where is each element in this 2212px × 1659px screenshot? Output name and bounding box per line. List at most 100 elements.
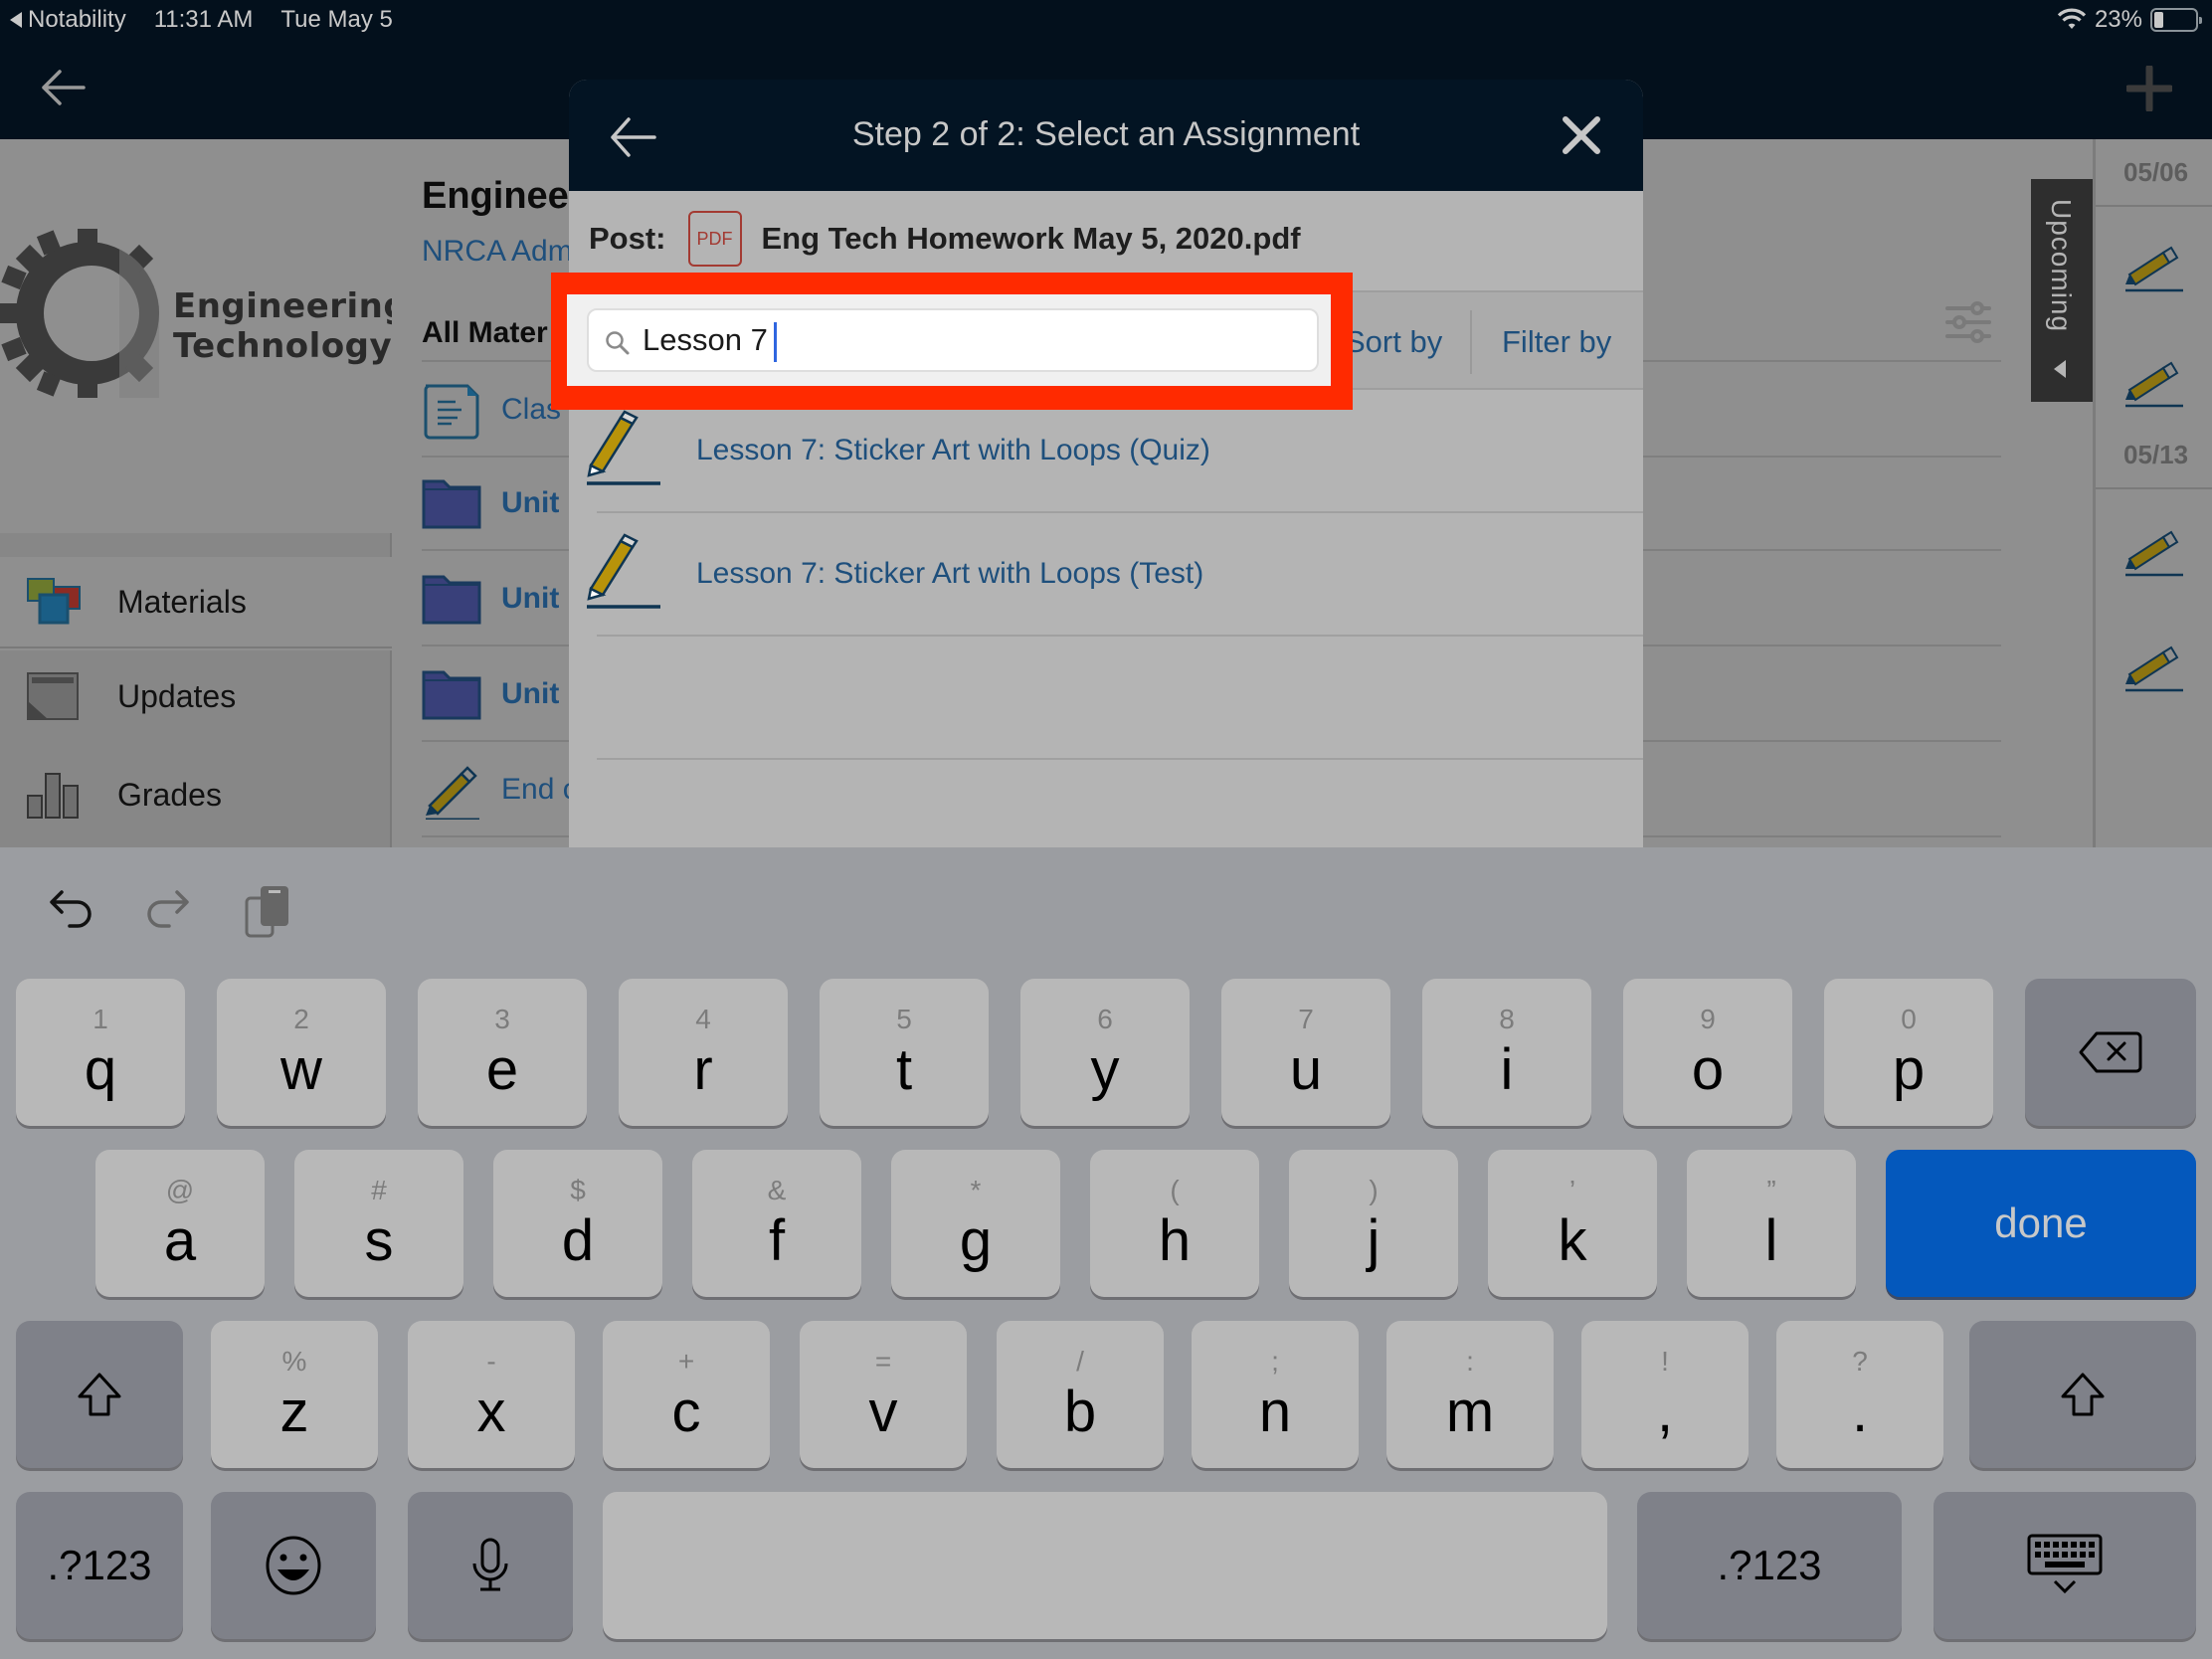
key-o[interactable]: 9o	[1623, 979, 1792, 1126]
key-comma[interactable]: !,	[1581, 1321, 1749, 1468]
key-alt-label: 8	[1499, 1004, 1515, 1034]
material-title: Unit	[501, 677, 560, 710]
toolbar-divider	[1470, 310, 1472, 374]
shift-key-left[interactable]	[16, 1321, 183, 1468]
course-subtitle-link[interactable]: NRCA Adm	[422, 235, 573, 269]
key-alt-label: !	[1661, 1346, 1669, 1377]
sidebar-item-materials[interactable]: Materials	[0, 557, 392, 648]
key-main-label: p	[1892, 1037, 1926, 1102]
key-s[interactable]: # s	[294, 1150, 463, 1297]
material-row[interactable]: Clas	[422, 374, 561, 446]
key-alt-label: 5	[896, 1004, 912, 1034]
status-bar: Notability 11:31 AM Tue May 5 23%	[0, 0, 2212, 40]
pencil-icon[interactable]	[2123, 633, 2185, 692]
key-alt-label: =	[874, 1346, 892, 1377]
key-main-label: e	[485, 1037, 519, 1102]
key-d[interactable]: $ d	[493, 1150, 662, 1297]
sidebar-item-label: Grades	[117, 776, 222, 813]
sort-by-button[interactable]: Sort by	[1345, 324, 1442, 360]
materials-icon	[27, 578, 81, 625]
keyboard-shortcut-bar	[40, 877, 298, 947]
filter-by-button[interactable]: Filter by	[1502, 324, 1611, 360]
sidebar-item-grades[interactable]: Grades	[0, 742, 392, 847]
key-main-label: o	[1691, 1037, 1725, 1102]
upcoming-tab[interactable]: Upcoming	[2031, 179, 2093, 402]
delete-key[interactable]	[2025, 979, 2196, 1126]
key-main-label: g	[959, 1208, 993, 1273]
search-input[interactable]	[643, 318, 1299, 362]
plus-icon[interactable]	[2126, 66, 2172, 111]
key-alt-label: ;	[1271, 1346, 1279, 1377]
key-a[interactable]: @ a	[95, 1150, 265, 1297]
status-date: Tue May 5	[280, 6, 393, 33]
key-alt-label: 4	[695, 1004, 711, 1034]
key-x[interactable]: -x	[408, 1321, 575, 1468]
key-main-label: h	[1158, 1208, 1192, 1273]
undo-icon[interactable]	[40, 882, 99, 942]
key-v[interactable]: = v	[800, 1321, 967, 1468]
back-to-app-icon[interactable]	[10, 12, 22, 28]
material-row[interactable]: Unit	[422, 563, 559, 635]
key-b[interactable]: / b	[997, 1321, 1164, 1468]
numbers-key-left[interactable]: .?123	[16, 1492, 183, 1639]
key-q[interactable]: 1q	[16, 979, 185, 1126]
material-row[interactable]: Unit	[422, 658, 559, 730]
key-j[interactable]: ) j	[1289, 1150, 1458, 1297]
paste-icon[interactable]	[239, 882, 298, 942]
key-alt-label: 2	[293, 1004, 309, 1034]
document-icon	[424, 384, 479, 440]
logo-line1: Engineering	[173, 286, 409, 326]
key-y[interactable]: 6y	[1020, 979, 1190, 1126]
material-title: End o	[501, 773, 580, 806]
back-app-label[interactable]: Notability	[28, 6, 126, 34]
pencil-icon[interactable]	[2123, 348, 2185, 408]
pencil-icon[interactable]	[2123, 233, 2185, 292]
redo-icon[interactable]	[139, 882, 199, 942]
key-f[interactable]: & f	[692, 1150, 861, 1297]
key-h[interactable]: (h	[1090, 1150, 1259, 1297]
emoji-key[interactable]	[211, 1492, 376, 1639]
pencil-icon[interactable]	[2123, 517, 2185, 577]
key-alt-label: 3	[494, 1004, 510, 1034]
material-row[interactable]: Unit	[422, 467, 559, 539]
key-g[interactable]: * g	[891, 1150, 1060, 1297]
close-icon[interactable]	[1562, 115, 1601, 155]
key-alt-label: &	[767, 1175, 787, 1205]
key-t[interactable]: 5t	[820, 979, 989, 1126]
key-alt-label: -	[486, 1346, 496, 1377]
dialog-title: Step 2 of 2: Select an Assignment	[851, 115, 1361, 153]
search-input-field[interactable]	[587, 308, 1319, 372]
key-u[interactable]: 7u	[1221, 979, 1390, 1126]
done-key[interactable]: done	[1886, 1150, 2196, 1297]
key-i[interactable]: 8i	[1422, 979, 1591, 1126]
text-cursor	[774, 322, 777, 362]
key-alt-label: 6	[1097, 1004, 1113, 1034]
dictation-key[interactable]	[408, 1492, 573, 1639]
key-p[interactable]: 0p	[1824, 979, 1993, 1126]
emoji-icon	[266, 1536, 321, 1595]
folder-icon	[422, 670, 481, 720]
material-row[interactable]: End o	[422, 754, 579, 826]
key-n[interactable]: ; n	[1192, 1321, 1359, 1468]
key-l[interactable]: ” l	[1687, 1150, 1856, 1297]
pdf-file-icon: PDF	[687, 211, 742, 267]
key-period[interactable]: ?.	[1776, 1321, 1943, 1468]
key-k[interactable]: ’ k	[1488, 1150, 1657, 1297]
key-c[interactable]: + c	[603, 1321, 770, 1468]
pencil-icon	[587, 533, 660, 609]
space-key[interactable]	[603, 1492, 1607, 1639]
key-w[interactable]: 2w	[217, 979, 386, 1126]
key-e[interactable]: 3e	[418, 979, 587, 1126]
filter-sliders-icon[interactable]	[1943, 298, 1993, 348]
back-arrow-icon[interactable]	[38, 64, 88, 113]
hide-keyboard-key[interactable]	[1934, 1492, 2196, 1639]
shift-key-right[interactable]	[1969, 1321, 2196, 1468]
date-divider	[2096, 205, 2212, 207]
key-main-label: a	[163, 1208, 197, 1273]
numbers-key-right[interactable]: .?123	[1637, 1492, 1902, 1639]
sidebar-item-updates[interactable]: Updates	[0, 650, 392, 742]
assignment-result-row[interactable]: Lesson 7: Sticker Art with Loops (Test)	[569, 513, 1643, 637]
key-m[interactable]: :m	[1386, 1321, 1554, 1468]
key-r[interactable]: 4r	[619, 979, 788, 1126]
key-z[interactable]: % z	[211, 1321, 378, 1468]
